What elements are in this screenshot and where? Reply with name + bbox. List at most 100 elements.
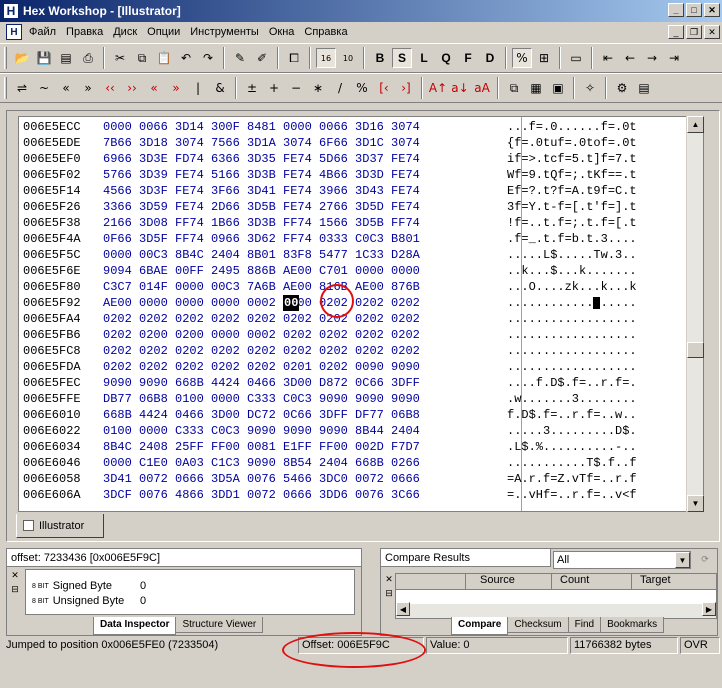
row-ascii[interactable]: Wf=9.tQf=;.tKf==.t bbox=[507, 167, 637, 183]
row-hex-bytes[interactable]: 9090 9090 668B 4424 0466 3D00 D872 0C66 … bbox=[103, 375, 420, 391]
row-ascii[interactable]: .f=_.t.f=b.t.3.... bbox=[507, 231, 637, 247]
vertical-scrollbar[interactable]: ▲ ▼ bbox=[686, 116, 704, 512]
uppercase-icon[interactable]: A↑ bbox=[428, 78, 448, 98]
row-hex-bytes[interactable]: C3C7 014F 0000 00C3 7A6B AE00 816B AE00 … bbox=[103, 279, 420, 295]
hex-editor[interactable]: 006E5ECC 0000 0066 3D14 300F 8481 0000 00… bbox=[18, 116, 704, 512]
mode-d-button[interactable]: D bbox=[480, 48, 500, 68]
row-ascii[interactable]: if=>.tcf=5.t]f=7.t bbox=[507, 151, 637, 167]
panel-close-icon[interactable]: ✕ bbox=[9, 569, 21, 581]
hex-row[interactable]: 006E5ECC 0000 0066 3D14 300F 8481 0000 00… bbox=[19, 119, 703, 135]
shift-right-icon[interactable]: » bbox=[78, 78, 98, 98]
row-ascii[interactable]: .................. bbox=[507, 295, 637, 311]
negate-icon[interactable]: ± bbox=[242, 78, 262, 98]
cursor-byte[interactable]: 00 bbox=[283, 295, 300, 311]
mod-icon[interactable]: % bbox=[352, 78, 372, 98]
add-icon[interactable]: + bbox=[264, 78, 284, 98]
row-hex-bytes[interactable]: 9094 6BAE 00FF 2495 886B AE00 C701 0000 … bbox=[103, 263, 420, 279]
percent-icon[interactable]: % bbox=[512, 48, 532, 68]
hex16-icon[interactable]: 16 bbox=[316, 48, 336, 68]
row-ascii[interactable]: .................. bbox=[507, 359, 637, 375]
row-hex-bytes[interactable]: 0000 0066 3D14 300F 8481 0000 0066 3D16 … bbox=[103, 119, 420, 135]
not-icon[interactable]: ~ bbox=[34, 78, 54, 98]
checksum-icon[interactable]: ▦ bbox=[526, 78, 546, 98]
row-ascii[interactable]: ...O....zk...k...k bbox=[507, 279, 637, 295]
panel-close-icon[interactable]: ✕ bbox=[383, 573, 395, 585]
panel-pin-icon[interactable]: ⊟ bbox=[383, 587, 395, 599]
go-last-icon[interactable]: ⇥ bbox=[664, 48, 684, 68]
compare-filter-select[interactable]: All ▼ bbox=[553, 551, 691, 569]
row-ascii[interactable]: .....3.........D$. bbox=[507, 423, 637, 439]
hex-row[interactable]: 006E6010 668B 4424 0466 3D00 DC72 0C66 3D… bbox=[19, 407, 703, 423]
panel-pin-icon[interactable]: ⊟ bbox=[9, 583, 21, 595]
undo-icon[interactable]: ↶ bbox=[176, 48, 196, 68]
go-first-icon[interactable]: ⇤ bbox=[598, 48, 618, 68]
hex-row[interactable]: 006E5F80 C3C7 014F 0000 00C3 7A6B AE00 81… bbox=[19, 279, 703, 295]
doc-close-button[interactable]: ✕ bbox=[704, 25, 720, 39]
hex-row[interactable]: 006E5FB6 0202 0200 0200 0000 0002 0202 02… bbox=[19, 327, 703, 343]
row-ascii[interactable]: =..vHf=..r.f=..v<f bbox=[507, 487, 637, 503]
row-hex-bytes[interactable]: 5766 3D39 FE74 5166 3D3B FE74 4B66 3D3D … bbox=[103, 167, 420, 183]
hex-row[interactable]: 006E6022 0100 0000 C333 C0C3 9090 9090 90… bbox=[19, 423, 703, 439]
print-icon[interactable]: ⎙ bbox=[78, 48, 98, 68]
menu-help[interactable]: Справка bbox=[299, 26, 352, 38]
tab-checksum[interactable]: Checksum bbox=[507, 617, 569, 633]
row-ascii[interactable]: .w.......3........ bbox=[507, 391, 637, 407]
hex-row[interactable]: 006E5F38 2166 3D08 FF74 1B66 3D3B FF74 15… bbox=[19, 215, 703, 231]
hex-row[interactable]: 006E5FDA 0202 0202 0202 0202 0202 0201 02… bbox=[19, 359, 703, 375]
row-hex-bytes[interactable]: 6966 3D3E FD74 6366 3D35 FE74 5D66 3D37 … bbox=[103, 151, 420, 167]
row-ascii[interactable]: .................. bbox=[507, 343, 637, 359]
view-icon[interactable]: ▭ bbox=[566, 48, 586, 68]
hex-row[interactable]: 006E6034 8B4C 2408 25FF FF00 0081 E1FF FF… bbox=[19, 439, 703, 455]
maximize-button[interactable]: □ bbox=[686, 3, 702, 17]
row-ascii[interactable]: .....L$.....Tw.3.. bbox=[507, 247, 637, 263]
hex-row[interactable]: 006E5FEC 9090 9090 668B 4424 0466 3D00 D8… bbox=[19, 375, 703, 391]
hex-row[interactable]: 006E5EF0 6966 3D3E FD74 6366 3D35 FE74 5D… bbox=[19, 151, 703, 167]
invert-case-icon[interactable]: aA bbox=[472, 78, 492, 98]
row-hex-bytes[interactable]: 0202 0202 0202 0202 0202 0202 0202 0202 … bbox=[103, 311, 420, 327]
go-back-icon[interactable]: ← bbox=[620, 48, 640, 68]
properties-icon[interactable]: ⧠ bbox=[284, 48, 304, 68]
hex-row[interactable]: 006E5FA4 0202 0202 0202 0202 0202 0202 02… bbox=[19, 311, 703, 327]
hex-row[interactable]: 006E5F6E 9094 6BAE 00FF 2495 886B AE00 C7… bbox=[19, 263, 703, 279]
row-ascii[interactable]: .................. bbox=[507, 327, 637, 343]
row-ascii[interactable]: {f=.0tuf=.0tof=.0t bbox=[507, 135, 637, 151]
menu-edit[interactable]: Правка bbox=[61, 26, 108, 38]
mode-b-button[interactable]: B bbox=[370, 48, 390, 68]
find-next-icon[interactable]: ✐ bbox=[252, 48, 272, 68]
calculator-icon[interactable]: ▤ bbox=[634, 78, 654, 98]
go-forward-icon[interactable]: → bbox=[642, 48, 662, 68]
inspector-row[interactable]: 8 BIT Signed Byte 0 bbox=[32, 580, 146, 592]
row-ascii[interactable]: 3f=Y.t-f=[.t'f=].t bbox=[507, 199, 637, 215]
mode-q-button[interactable]: Q bbox=[436, 48, 456, 68]
doc-restore-button[interactable]: ❐ bbox=[686, 25, 702, 39]
tools-icon[interactable]: ✧ bbox=[580, 78, 600, 98]
structure-icon[interactable]: ▣ bbox=[548, 78, 568, 98]
find-icon[interactable]: ✎ bbox=[230, 48, 250, 68]
hex-row[interactable]: 006E5F92 AE00 0000 0000 0000 0002 0000 02… bbox=[19, 295, 703, 311]
hex-row[interactable]: 006E5F5C 0000 00C3 8B4C 2404 8B01 83F8 54… bbox=[19, 247, 703, 263]
row-hex-bytes[interactable]: DB77 06B8 0100 0000 C333 C0C3 9090 9090 … bbox=[103, 391, 420, 407]
hex-row[interactable]: 006E5F14 4566 3D3F FE74 3F66 3D41 FE74 39… bbox=[19, 183, 703, 199]
row-hex-bytes[interactable]: 3DCF 0076 4866 3DD1 0072 0666 3DD6 0076 … bbox=[103, 487, 420, 503]
hex-row[interactable]: 006E5FC8 0202 0202 0202 0202 0202 0202 02… bbox=[19, 343, 703, 359]
row-hex-bytes[interactable]: 0202 0202 0202 0202 0202 0201 0202 0090 … bbox=[103, 359, 420, 375]
scroll-up-button[interactable]: ▲ bbox=[687, 116, 704, 133]
hex-row[interactable]: 006E5FFE DB77 06B8 0100 0000 C333 C0C3 90… bbox=[19, 391, 703, 407]
hex-row[interactable]: 006E6058 3D41 0072 0666 3D5A 0076 5466 3D… bbox=[19, 471, 703, 487]
hex-row[interactable]: 006E5F4A 0F66 3D5F FF74 0966 3D62 FF74 03… bbox=[19, 231, 703, 247]
lowercase-icon[interactable]: a↓ bbox=[450, 78, 470, 98]
redo-icon[interactable]: ↷ bbox=[198, 48, 218, 68]
row-hex-bytes[interactable]: 2166 3D08 FF74 1B66 3D3B FF74 1566 3D5B … bbox=[103, 215, 420, 231]
divide-icon[interactable]: / bbox=[330, 78, 350, 98]
row-hex-bytes[interactable]: 7B66 3D18 3074 7566 3D1A 3074 6F66 3D1C … bbox=[103, 135, 420, 151]
document-icon[interactable]: H bbox=[6, 24, 22, 40]
scroll-right-button[interactable]: ▶ bbox=[702, 602, 716, 616]
mode-l-button[interactable]: L bbox=[414, 48, 434, 68]
row-hex-bytes[interactable]: AE00 0000 0000 0000 0002 0000 0202 0202 … bbox=[103, 295, 420, 311]
column-count[interactable]: Count bbox=[552, 574, 632, 589]
menu-file[interactable]: Файл bbox=[24, 26, 61, 38]
menu-options[interactable]: Опции bbox=[142, 26, 185, 38]
row-ascii[interactable]: .L$.%..........-.. bbox=[507, 439, 637, 455]
block-shift-right-icon[interactable]: » bbox=[166, 78, 186, 98]
scroll-thumb[interactable] bbox=[687, 342, 704, 358]
